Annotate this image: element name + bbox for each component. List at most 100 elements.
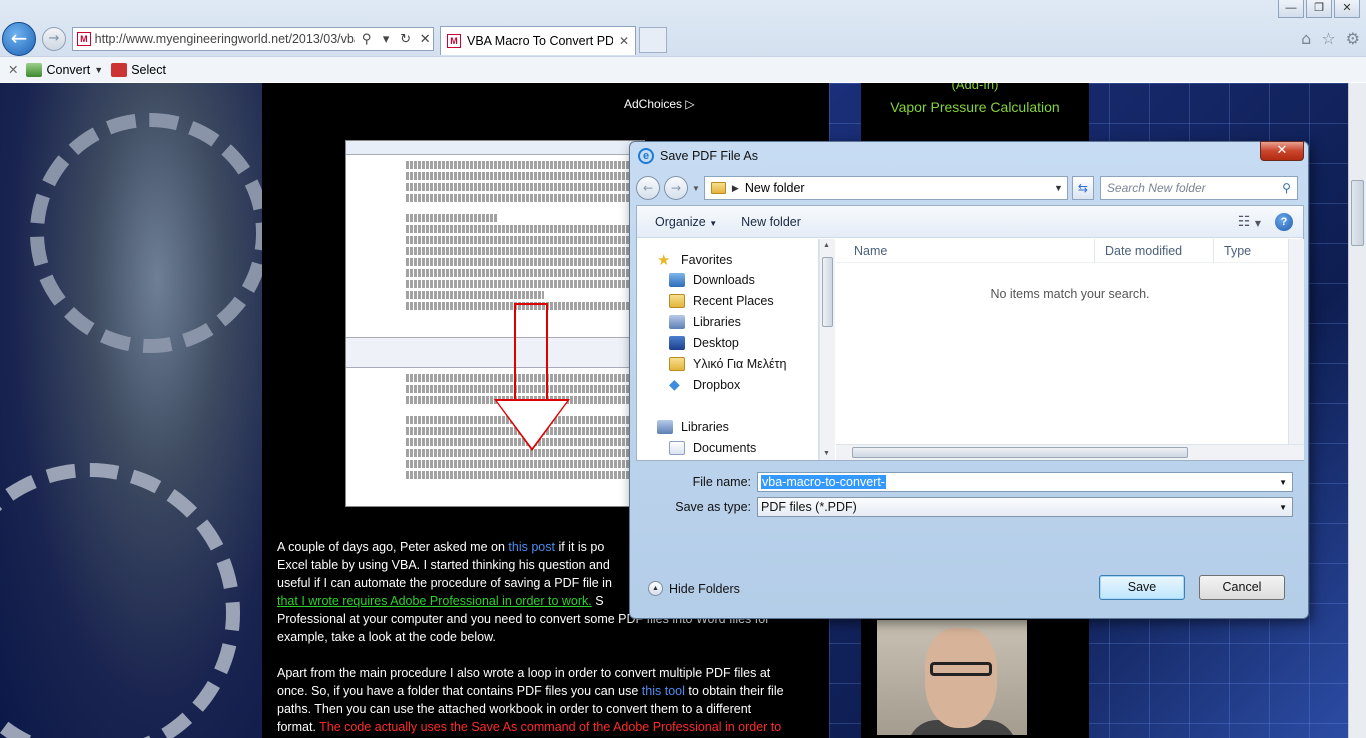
close-toolbar-icon[interactable]: ✕ (8, 62, 18, 77)
settings-gear-icon[interactable]: ⚙ (1346, 29, 1360, 48)
scroll-down-icon[interactable]: ▼ (823, 450, 830, 457)
adchoices-link[interactable]: AdChoices ▷ (624, 97, 695, 111)
file-name-input[interactable]: vba-macro-to-convert- ▼ (757, 472, 1293, 492)
nav-item-libraries-group[interactable]: Libraries (657, 420, 729, 434)
tab-title: VBA Macro To Convert PDF... (467, 34, 613, 48)
chevron-down-icon[interactable]: ▼ (1054, 183, 1063, 193)
save-type-select[interactable]: PDF files (*.PDF) ▼ (757, 497, 1293, 517)
refresh-icon[interactable]: ↻ (398, 32, 414, 47)
documents-icon (669, 441, 685, 455)
this-tool-link[interactable]: this tool (642, 684, 685, 698)
history-dropdown-icon[interactable]: ▼ (692, 184, 700, 193)
select-label: Select (131, 62, 166, 77)
select-button[interactable]: Select (111, 62, 166, 77)
convert-label: Convert (46, 62, 91, 77)
author-photo (877, 620, 1027, 735)
column-date-modified[interactable]: Date modified (1095, 238, 1214, 263)
nav-pane-scrollbar[interactable]: ▲ ▼ (819, 239, 835, 460)
dialog-close-button[interactable]: ✕ (1260, 141, 1304, 161)
forward-arrow-icon[interactable]: → (42, 27, 66, 51)
column-name[interactable]: Name (836, 238, 1095, 263)
page-scrollbar-thumb[interactable] (1351, 180, 1364, 246)
background-gears-image (0, 83, 270, 738)
address-bar[interactable]: M http://www.myengineeringworld.net/2013… (72, 27, 434, 51)
close-window-button[interactable]: ✕ (1334, 0, 1360, 18)
dialog-file-browser: Organize ▼ New folder ☷ ▼ ? ★ Favorites D… (636, 205, 1304, 461)
new-tab-button[interactable] (639, 27, 667, 53)
refresh-icon[interactable]: ⇆ (1071, 176, 1094, 200)
breadcrumb-current[interactable]: New folder (745, 181, 805, 195)
file-name-value[interactable]: vba-macro-to-convert- (761, 475, 886, 489)
dialog-toolbar: Organize ▼ New folder ☷ ▼ ? (637, 206, 1303, 238)
search-icon[interactable]: ⚲ (1282, 181, 1291, 195)
nav-item-study-material[interactable]: Υλικό Για Μελέτη (669, 357, 786, 371)
address-url[interactable]: http://www.myengineeringworld.net/2013/0… (95, 32, 355, 46)
cancel-button[interactable]: Cancel (1199, 575, 1285, 600)
vapor-pressure-link[interactable]: Vapor Pressure Calculation (861, 99, 1089, 116)
new-folder-button[interactable]: New folder (741, 215, 801, 229)
breadcrumb[interactable]: ▶ New folder ▼ (703, 176, 1068, 200)
recent-places-icon (669, 294, 685, 308)
back-arrow-icon[interactable]: ← (636, 176, 660, 200)
page-scrollbar[interactable] (1348, 83, 1366, 738)
nav-item-desktop[interactable]: Desktop (669, 336, 739, 350)
folder-icon (710, 182, 726, 194)
restore-button[interactable]: ❐ (1306, 0, 1332, 18)
browser-chrome: — ❐ ✕ ← → M http://www.myengineeringworl… (0, 0, 1366, 82)
collapse-icon: ▲ (648, 581, 663, 596)
convert-icon (26, 62, 43, 77)
nav-item-favorites[interactable]: ★ Favorites (657, 252, 732, 268)
dropdown-icon[interactable]: ▾ (378, 32, 394, 47)
nav-item-downloads[interactable]: Downloads (669, 273, 755, 287)
convert-button[interactable]: Convert ▼ (26, 62, 103, 77)
file-name-row: File name: vba-macro-to-convert- ▼ (630, 472, 1293, 492)
scroll-up-icon[interactable]: ▲ (823, 242, 830, 249)
forward-arrow-icon[interactable]: → (664, 176, 688, 200)
file-list-header: Name Date modified Type (836, 238, 1304, 263)
site-favicon-icon: M (77, 32, 91, 46)
this-post-link[interactable]: this post (508, 540, 555, 554)
column-type[interactable]: Type (1214, 239, 1288, 263)
window-controls: — ❐ ✕ (1278, 0, 1360, 18)
adobe-professional-link[interactable]: that I wrote requires Adobe Professional… (277, 594, 592, 608)
chevron-down-icon[interactable]: ▼ (94, 65, 103, 75)
view-options-icon[interactable]: ☷ ▼ (1238, 214, 1261, 230)
nav-item-libraries[interactable]: Libraries (669, 315, 741, 329)
folder-icon (669, 357, 685, 371)
file-list-vertical-scrollbar[interactable] (1288, 239, 1304, 444)
file-list-horizontal-scrollbar[interactable] (836, 444, 1304, 460)
chevron-down-icon[interactable]: ▼ (1279, 478, 1287, 487)
browser-tab[interactable]: M VBA Macro To Convert PDF... ✕ (440, 26, 636, 55)
gear-shape (30, 113, 270, 353)
chevron-down-icon[interactable]: ▼ (1279, 503, 1287, 512)
home-icon[interactable]: ⌂ (1301, 29, 1311, 48)
favorites-star-icon[interactable]: ☆ (1321, 29, 1335, 48)
hide-folders-button[interactable]: ▲ Hide Folders (648, 581, 740, 596)
internet-explorer-icon: e (638, 148, 654, 164)
star-icon: ★ (657, 251, 671, 269)
tab-close-icon[interactable]: ✕ (619, 34, 629, 48)
downloads-icon (669, 273, 685, 287)
file-name-label: File name: (692, 475, 751, 489)
stop-icon[interactable]: ✕ (417, 32, 433, 47)
navigation-pane: ★ Favorites Downloads Recent Places Libra… (637, 239, 819, 460)
nav-item-recent-places[interactable]: Recent Places (669, 294, 774, 308)
help-icon[interactable]: ? (1275, 212, 1293, 231)
minimize-button[interactable]: — (1278, 0, 1304, 18)
save-type-label: Save as type: (675, 500, 751, 514)
select-icon (111, 62, 128, 77)
nav-item-dropbox[interactable]: ◆ Dropbox (669, 378, 740, 392)
search-icon[interactable]: ⚲ (359, 32, 375, 47)
search-input[interactable]: Search New folder ⚲ (1099, 176, 1298, 200)
breadcrumb-chevron-icon[interactable]: ▶ (732, 183, 739, 194)
back-arrow-icon[interactable]: ← (2, 22, 36, 56)
dialog-title: Save PDF File As (660, 149, 758, 163)
command-bar: ✕ Convert ▼ Select (0, 56, 1366, 82)
nav-item-documents[interactable]: Documents (669, 441, 756, 455)
nav-scroll-thumb[interactable] (822, 257, 833, 327)
horizontal-scroll-thumb[interactable] (852, 447, 1188, 458)
gear-shape (0, 463, 240, 738)
organize-button[interactable]: Organize ▼ (655, 215, 717, 229)
dialog-titlebar: e Save PDF File As (638, 148, 758, 164)
save-button[interactable]: Save (1099, 575, 1185, 600)
